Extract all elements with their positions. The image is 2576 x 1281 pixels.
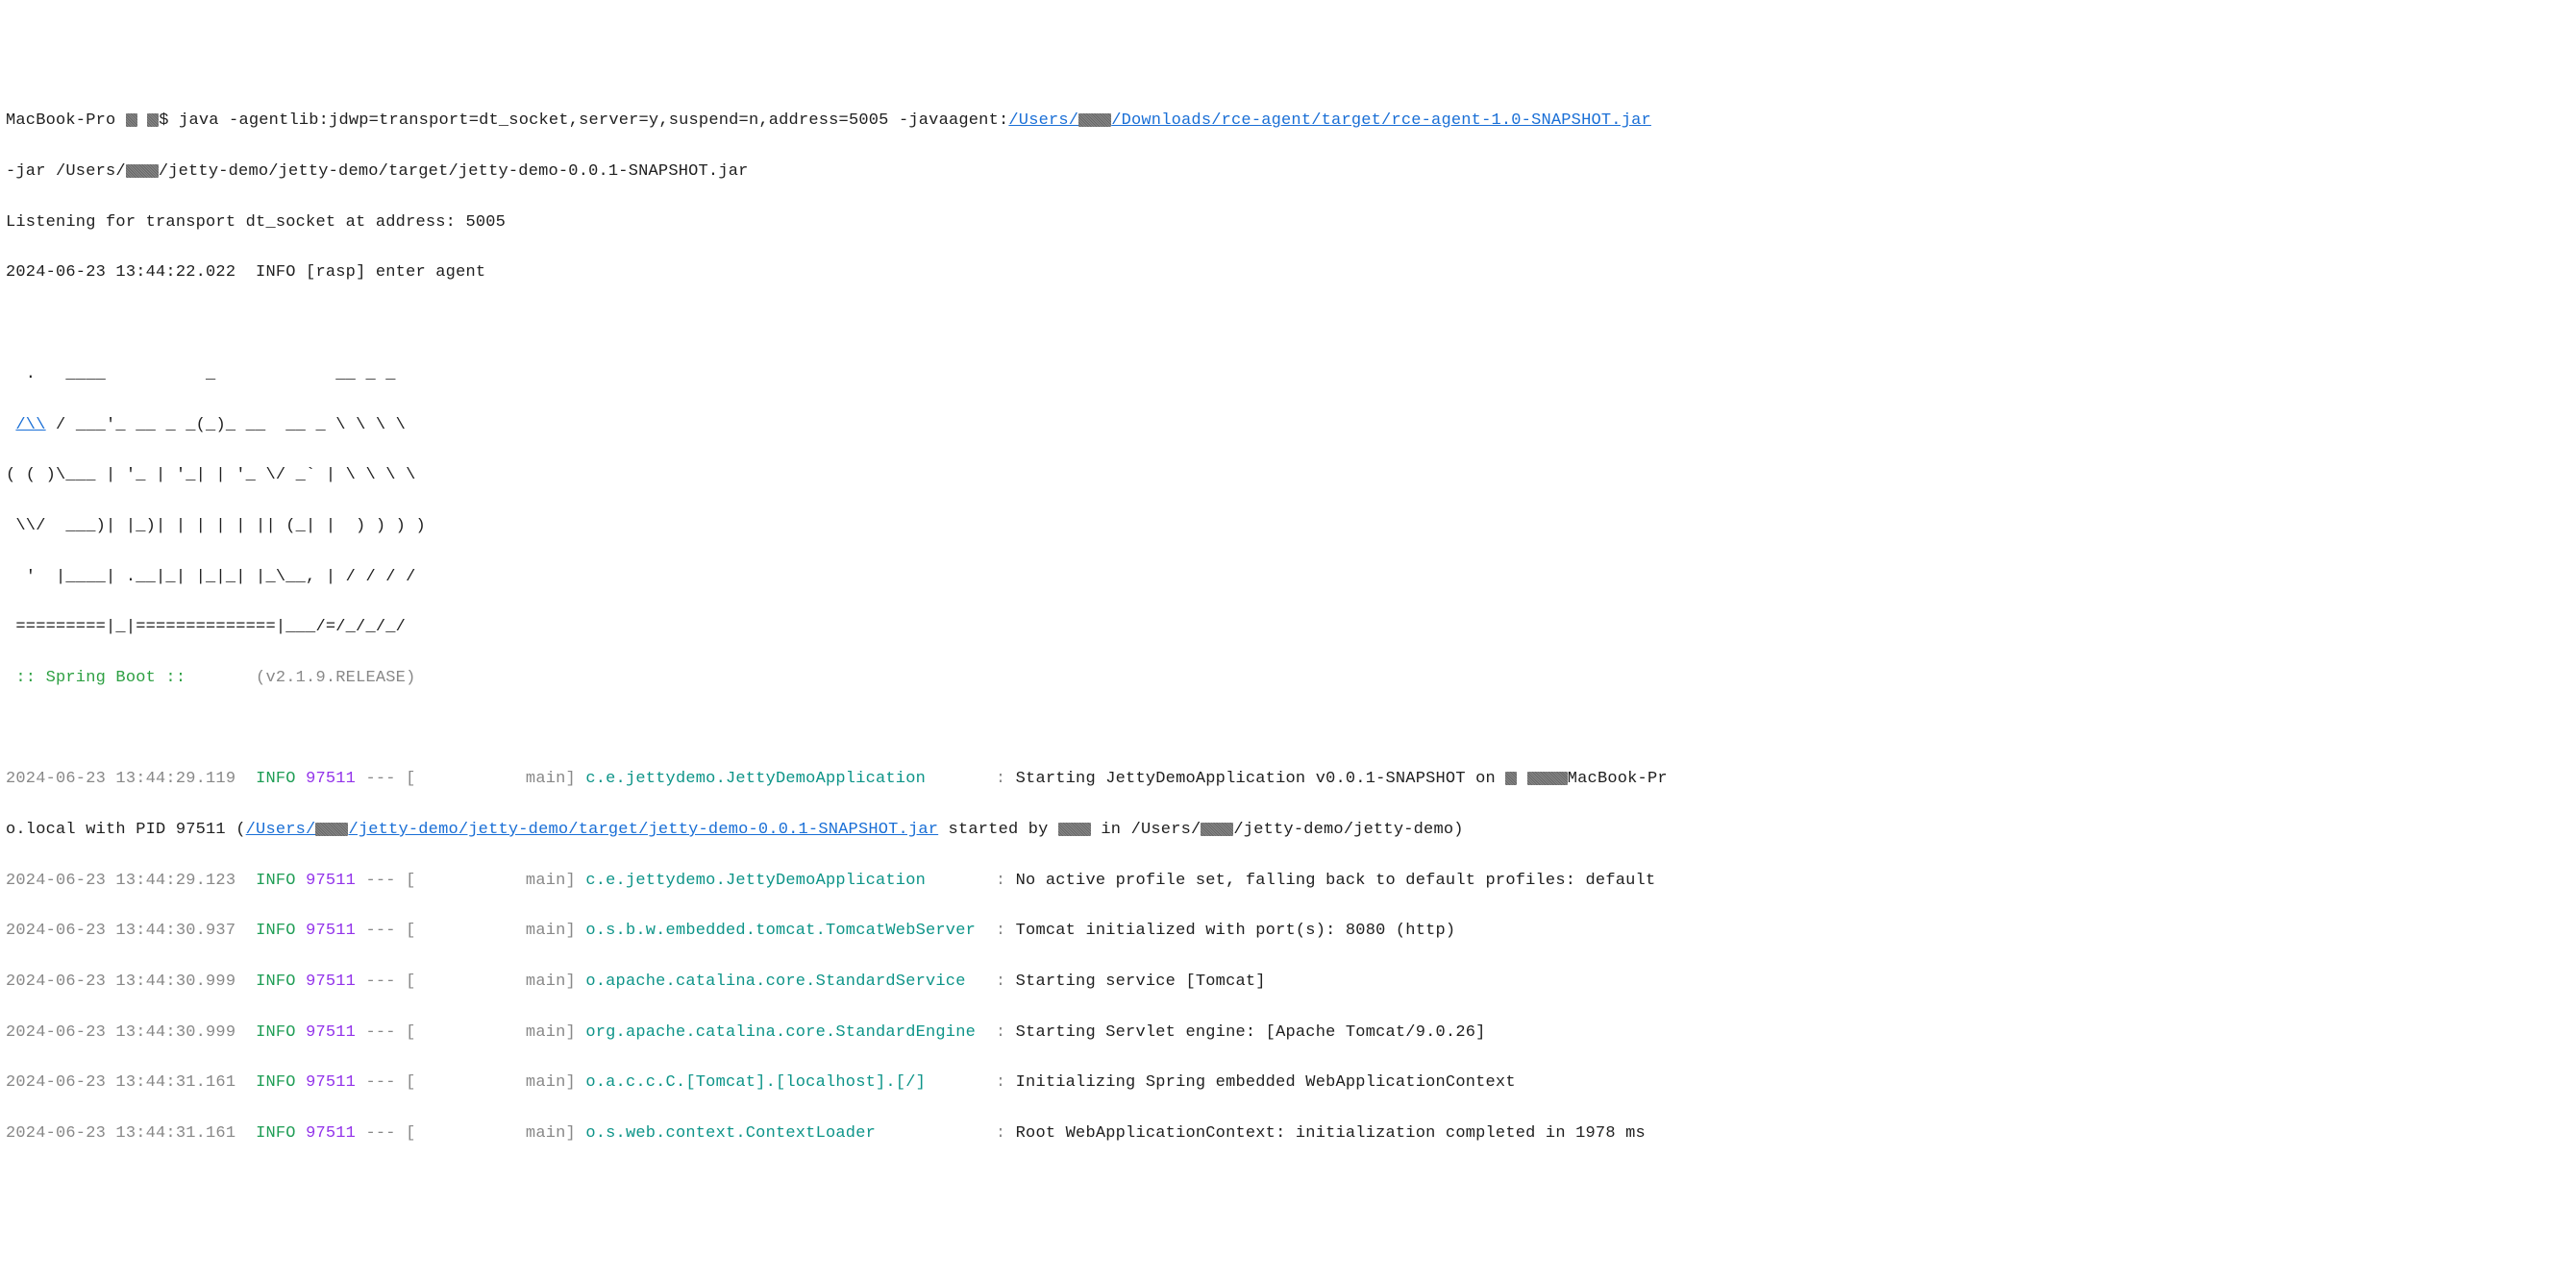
log-msg: Starting service [Tomcat] <box>1016 973 1266 991</box>
log-msg: No active profile set, falling back to d… <box>1016 872 1656 890</box>
enter-agent-line: 2024-06-23 13:44:22.022 INFO [rasp] ente… <box>6 260 2570 285</box>
banner-line: ' |____| .__|_| |_|_| |_\__, | / / / / <box>6 565 2570 590</box>
log-msg: Starting JettyDemoApplication v0.0.1-SNA… <box>1016 770 1506 788</box>
log-ts: 2024-06-23 13:44:30.999 <box>6 973 235 991</box>
log-ts: 2024-06-23 13:44:29.119 <box>6 770 235 788</box>
log-msg-tail: MacBook-Pr <box>1568 770 1668 788</box>
prompt-dollar: $ <box>159 111 179 130</box>
redacted <box>147 113 159 127</box>
banner-line: \\/ ___)| |_)| | | | | || (_| | ) ) ) ) <box>6 514 2570 539</box>
prompt-host: MacBook-Pro <box>6 111 126 130</box>
log-sep: --- [ main] <box>356 872 585 890</box>
log-level: INFO <box>256 872 296 890</box>
jar-path-link[interactable]: /Users//jetty-demo/jetty-demo/target/jet… <box>246 821 939 839</box>
log-sep: --- [ main] <box>356 1073 585 1092</box>
log-level: INFO <box>256 973 296 991</box>
banner-slash-link[interactable]: /\\ <box>15 416 45 434</box>
log-sep: --- [ main] <box>356 770 585 788</box>
spring-boot-version: (v2.1.9.RELEASE) <box>186 669 415 687</box>
log-line: 2024-06-23 13:44:30.937 INFO 97511 --- [… <box>6 919 2570 944</box>
banner-line: . ____ _ __ _ _ <box>6 362 2570 387</box>
redacted <box>1078 113 1111 127</box>
banner-line: ( ( )\___ | '_ | '_| | '_ \/ _` | \ \ \ … <box>6 463 2570 488</box>
command-line: MacBook-Pro $ java -agentlib:jdwp=transp… <box>6 109 2570 134</box>
banner-line: /\\ / ___'_ __ _ _(_)_ __ __ _ \ \ \ \ <box>6 413 2570 438</box>
log-logger: o.s.b.w.embedded.tomcat.TomcatWebServer <box>585 922 985 940</box>
log-ts: 2024-06-23 13:44:29.123 <box>6 872 235 890</box>
log-ts: 2024-06-23 13:44:30.999 <box>6 1023 235 1042</box>
log-msg: Tomcat initialized with port(s): 8080 (h… <box>1016 922 1456 940</box>
cmd-java: java -agentlib:jdwp=transport=dt_socket,… <box>179 111 1008 130</box>
log-sep: --- [ main] <box>356 973 585 991</box>
log-logger: o.s.web.context.ContextLoader <box>585 1124 985 1143</box>
redacted <box>315 823 348 836</box>
log-line: 2024-06-23 13:44:30.999 INFO 97511 --- [… <box>6 1021 2570 1046</box>
log-pid: 97511 <box>306 1124 356 1143</box>
log-logger: org.apache.catalina.core.StandardEngine <box>585 1023 985 1042</box>
listening-line: Listening for transport dt_socket at add… <box>6 210 2570 235</box>
log-logger: c.e.jettydemo.JettyDemoApplication <box>585 872 985 890</box>
log-sep: --- [ main] <box>356 1023 585 1042</box>
redacted <box>1058 823 1091 836</box>
log-msg: Initializing Spring embedded WebApplicat… <box>1016 1073 1516 1092</box>
redacted <box>1505 772 1517 785</box>
log-pid: 97511 <box>306 872 356 890</box>
agent-jar-link[interactable]: /Users//Downloads/rce-agent/target/rce-a… <box>1008 111 1651 130</box>
log-msg: Starting Servlet engine: [Apache Tomcat/… <box>1016 1023 1486 1042</box>
log-logger: c.e.jettydemo.JettyDemoApplication <box>585 770 985 788</box>
log-sep: --- [ main] <box>356 1124 585 1143</box>
log-line: 2024-06-23 13:44:29.119 INFO 97511 --- [… <box>6 767 2570 792</box>
log-level: INFO <box>256 1073 296 1092</box>
log-pid: 97511 <box>306 1073 356 1092</box>
redacted <box>126 113 137 127</box>
log-level: INFO <box>256 922 296 940</box>
log-level: INFO <box>256 1023 296 1042</box>
spring-boot-label: :: Spring Boot :: <box>6 669 186 687</box>
log-pid: 97511 <box>306 770 356 788</box>
log-pid: 97511 <box>306 1023 356 1042</box>
command-line-2: -jar /Users//jetty-demo/jetty-demo/targe… <box>6 160 2570 185</box>
log-line-continuation: o.local with PID 97511 (/Users//jetty-de… <box>6 818 2570 843</box>
log-line: 2024-06-23 13:44:31.161 INFO 97511 --- [… <box>6 1071 2570 1096</box>
log-ts: 2024-06-23 13:44:31.161 <box>6 1124 235 1143</box>
log-ts: 2024-06-23 13:44:30.937 <box>6 922 235 940</box>
redacted <box>1527 772 1568 785</box>
log-line: 2024-06-23 13:44:29.123 INFO 97511 --- [… <box>6 869 2570 894</box>
log-pid: 97511 <box>306 922 356 940</box>
log-ts: 2024-06-23 13:44:31.161 <box>6 1073 235 1092</box>
log-level: INFO <box>256 770 296 788</box>
log-level: INFO <box>256 1124 296 1143</box>
log-sep: --- [ main] <box>356 922 585 940</box>
banner-line: :: Spring Boot :: (v2.1.9.RELEASE) <box>6 666 2570 691</box>
log-msg: Root WebApplicationContext: initializati… <box>1016 1124 1646 1143</box>
log-logger: o.a.c.c.C.[Tomcat].[localhost].[/] <box>585 1073 985 1092</box>
banner-line: =========|_|==============|___/=/_/_/_/ <box>6 615 2570 640</box>
redacted <box>1201 823 1233 836</box>
log-pid: 97511 <box>306 973 356 991</box>
log-line: 2024-06-23 13:44:31.161 INFO 97511 --- [… <box>6 1121 2570 1146</box>
log-line: 2024-06-23 13:44:30.999 INFO 97511 --- [… <box>6 970 2570 995</box>
log-logger: o.apache.catalina.core.StandardService <box>585 973 985 991</box>
redacted <box>126 164 159 178</box>
